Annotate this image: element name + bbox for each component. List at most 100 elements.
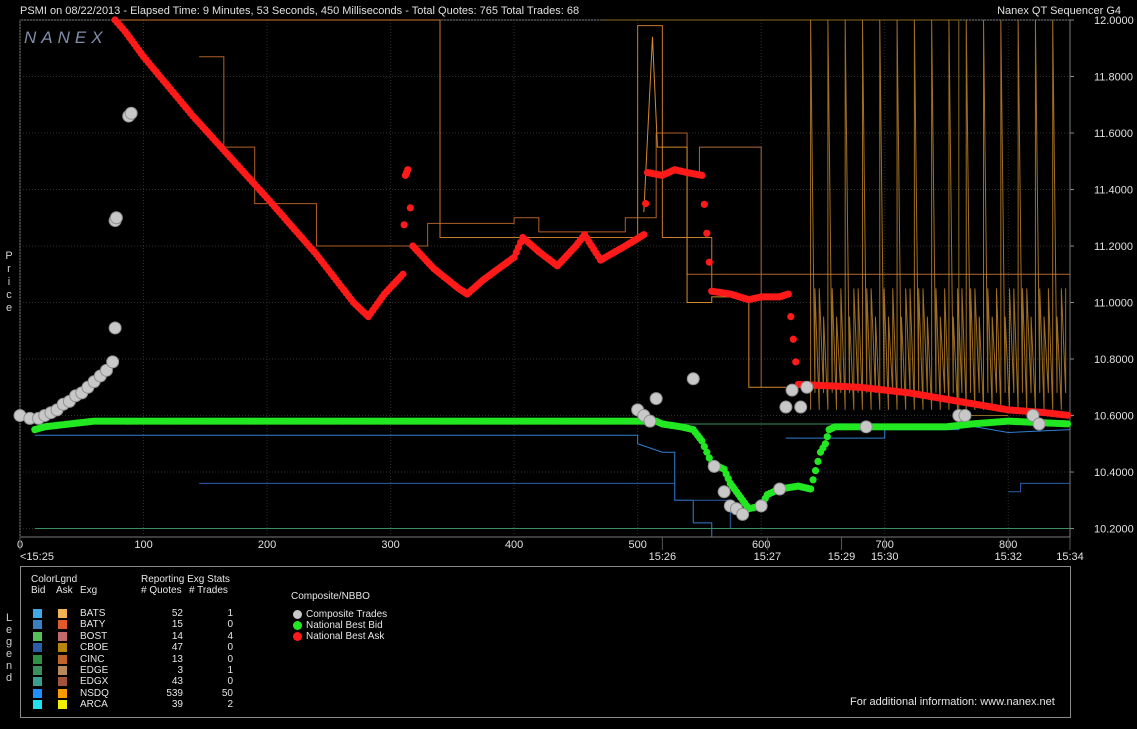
y-tick-label: 12.0000 xyxy=(1094,15,1134,27)
composite-label: Composite Trades xyxy=(306,609,388,620)
quote-point xyxy=(806,485,815,493)
ask-color-swatch xyxy=(58,666,67,675)
quote-point xyxy=(640,231,648,239)
trade-point xyxy=(754,499,768,513)
price-label-char: r xyxy=(7,263,11,275)
legend-label-char: e xyxy=(5,648,13,660)
composite-dot xyxy=(293,621,302,631)
legend-label-char: d xyxy=(5,672,13,684)
quote-count: 539 xyxy=(166,687,183,699)
y-tick-label: 10.8000 xyxy=(1094,354,1134,366)
legend-side-label: Legend xyxy=(2,612,16,684)
quote-point xyxy=(404,166,412,174)
bid-color-swatch xyxy=(33,620,42,630)
trade-count: 50 xyxy=(221,687,233,699)
quote-point xyxy=(792,358,800,366)
price-label-char: e xyxy=(5,302,13,314)
ask-color-swatch xyxy=(58,643,67,653)
quote-count: 3 xyxy=(177,665,183,676)
quote-point xyxy=(811,467,820,475)
composite-dot xyxy=(293,610,302,619)
price-label-char: c xyxy=(6,289,12,301)
trade-point xyxy=(717,485,731,499)
bid-color-swatch xyxy=(33,677,42,687)
legend-label-char: e xyxy=(5,624,13,636)
exchange-name: ARCA xyxy=(80,699,108,711)
quotes-column-header: # Quotes xyxy=(141,585,182,596)
time-label: 15:30 xyxy=(871,551,899,563)
exchange-name: BATS xyxy=(80,608,106,619)
trade-count: 0 xyxy=(227,653,233,665)
quote-count: 43 xyxy=(171,676,183,688)
trade-point xyxy=(109,211,123,225)
quote-count: 14 xyxy=(171,630,183,642)
stats-title: Reporting Exg Stats xyxy=(141,574,230,585)
trade-count: 1 xyxy=(227,665,233,676)
quote-point xyxy=(787,313,795,321)
trade-point xyxy=(794,400,808,414)
quote-point xyxy=(809,476,817,484)
bid-color-swatch xyxy=(33,643,42,653)
time-label: 15:34 xyxy=(1056,551,1084,563)
price-label-char: i xyxy=(7,276,11,288)
exchange-name: BATY xyxy=(80,619,106,631)
legend-label-char: L xyxy=(5,612,13,624)
trade-point xyxy=(124,106,138,120)
quote-point xyxy=(823,433,831,441)
trade-point xyxy=(773,482,787,496)
y-tick-label: 11.2000 xyxy=(1094,241,1133,253)
exchange-name: BOST xyxy=(80,630,108,642)
exchange-name: CBOE xyxy=(80,642,109,654)
trade-point xyxy=(800,380,814,394)
trade-point xyxy=(643,414,657,428)
trade-count: 2 xyxy=(227,699,233,711)
trade-point xyxy=(106,355,120,369)
quote-point xyxy=(1063,420,1072,428)
color-legend-title: ColorLgnd xyxy=(31,574,78,585)
x-tick-label: 400 xyxy=(505,539,523,551)
time-label: <15:25 xyxy=(20,551,54,563)
trade-point xyxy=(859,420,873,434)
trade-count: 0 xyxy=(227,619,233,631)
quote-count: 47 xyxy=(171,642,183,654)
footer-link[interactable]: For additional information: www.nanex.ne… xyxy=(850,696,1055,708)
quote-point xyxy=(406,204,414,212)
y-tick-label: 11.6000 xyxy=(1094,128,1133,140)
ask-color-swatch xyxy=(58,700,67,710)
quote-point xyxy=(784,290,792,298)
exg-column-header: Exg xyxy=(80,585,98,596)
trade-point xyxy=(1032,417,1046,431)
price-chart: 12.0000 11.8000 11.6000 11.4000 11.2000 11.00… xyxy=(13,15,1134,563)
exchange-name: CINC xyxy=(80,653,105,665)
exchange-name: EDGE xyxy=(80,665,109,676)
bid-color-swatch xyxy=(33,666,42,675)
time-label: 15:29 xyxy=(828,551,856,563)
legend-label-char: g xyxy=(5,636,13,648)
quote-point xyxy=(642,200,650,208)
trade-point xyxy=(649,392,663,406)
quote-point xyxy=(789,335,797,343)
composite-label: National Best Bid xyxy=(306,620,383,632)
bid-color-swatch xyxy=(33,654,42,664)
x-tick-label: 200 xyxy=(258,539,276,551)
price-axis-label: Price xyxy=(2,250,16,315)
y-tick-label: 10.6000 xyxy=(1094,411,1134,423)
x-tick-label: 300 xyxy=(381,539,399,551)
ask-color-swatch xyxy=(58,688,67,698)
composite-title: Composite/NBBO xyxy=(291,591,370,602)
nanex-watermark: NANEX xyxy=(24,28,108,47)
legend-label-char: n xyxy=(5,660,13,672)
y-tick-label: 11.8000 xyxy=(1094,72,1133,84)
quote-point xyxy=(703,229,711,237)
x-tick-label: 100 xyxy=(134,539,152,551)
ask-color-swatch xyxy=(58,654,67,664)
quote-count: 13 xyxy=(171,653,183,665)
composite-label: National Best Ask xyxy=(306,631,385,643)
y-tick-label: 10.2000 xyxy=(1094,524,1134,536)
trade-count: 0 xyxy=(227,676,233,688)
bid-column-header: Bid xyxy=(31,585,46,596)
bid-color-swatch xyxy=(33,700,42,710)
quote-point xyxy=(821,440,830,448)
bid-color-swatch xyxy=(33,631,42,641)
legend-panel: ColorLgnd Bid Ask Exg Reporting Exg Stat… xyxy=(20,566,1071,718)
